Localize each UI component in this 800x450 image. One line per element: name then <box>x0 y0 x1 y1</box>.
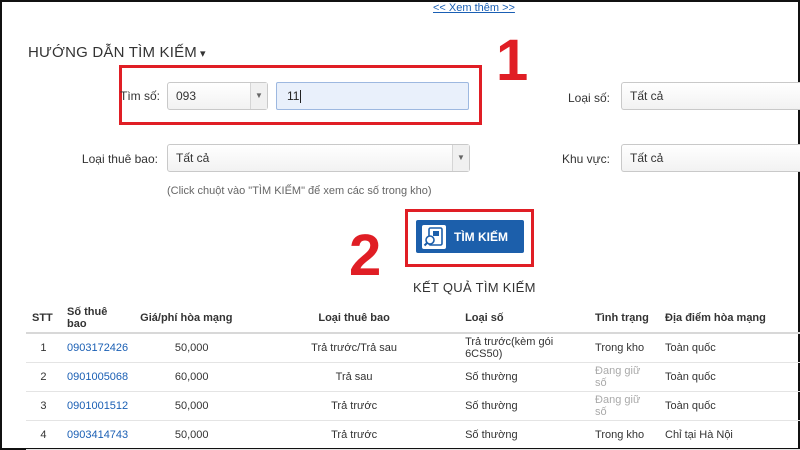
cell-stt: 1 <box>26 333 61 363</box>
cell-status: Đang giữ số <box>589 362 660 392</box>
cell-subscriber-type: Trả trước <box>249 391 460 421</box>
number-input[interactable]: 11 <box>276 82 469 110</box>
results-title: KẾT QUẢ TÌM KIẾM <box>413 280 536 295</box>
number-input-value: 11 <box>287 89 300 103</box>
cell-location: Toàn quốc <box>659 391 800 421</box>
region-label: Khu vực: <box>561 152 610 166</box>
region-value: Tất cả <box>630 151 664 165</box>
cell-number-type: Trả trước(kèm gói 6CS50) <box>459 333 590 363</box>
results-table: STT Số thuê bao Giá/phí hòa mạng Loại th… <box>26 304 800 450</box>
sim-search-icon <box>422 224 446 249</box>
col-header-number-type: Loại số <box>459 304 590 334</box>
subscriber-type-value: Tất cả <box>176 151 210 165</box>
cell-number-type: Số thường <box>459 391 590 421</box>
prefix-select[interactable]: 093 ▼ <box>167 82 268 110</box>
table-row: 2 0901005068 60,000 Trả sau Số thường Đa… <box>26 362 800 392</box>
col-header-location: Địa điểm hòa mạng <box>659 304 800 334</box>
subscriber-type-label: Loại thuê bao: <box>81 152 158 166</box>
cell-status: Đang giữ số <box>589 391 660 421</box>
region-select[interactable]: Tất cả <box>621 144 800 172</box>
cell-price: 50,000 <box>134 391 250 421</box>
find-number-label: Tìm số: <box>120 89 161 103</box>
prefix-select-value: 093 <box>176 89 197 103</box>
cell-stt: 2 <box>26 362 61 392</box>
cell-status: Trong kho <box>589 420 660 450</box>
cell-price: 50,000 <box>134 420 250 450</box>
col-header-subscriber-type: Loại thuê bao <box>249 304 460 334</box>
number-type-value: Tất cả <box>630 89 664 103</box>
dropdown-arrow-icon: ▼ <box>452 145 469 171</box>
number-type-label: Loại số: <box>567 91 610 105</box>
step2-number: 2 <box>349 223 382 288</box>
table-row: 3 0901001512 50,000 Trả trước Số thường … <box>26 391 800 421</box>
cell-price: 50,000 <box>134 333 250 363</box>
cell-stt: 4 <box>26 420 61 450</box>
cell-phone-number-link[interactable]: 0901001512 <box>60 391 135 421</box>
see-more-link[interactable]: << Xem thêm >> <box>433 2 515 14</box>
cell-status: Trong kho <box>589 333 660 363</box>
caret-down-icon: ▾ <box>200 48 206 60</box>
cell-location: Toàn quốc <box>659 362 800 392</box>
cell-price: 60,000 <box>134 362 250 392</box>
cell-phone-number-link[interactable]: 0903172426 <box>60 333 135 363</box>
page: { "top_link": "<< Xem thêm >>", "guide":… <box>0 0 800 450</box>
subscriber-type-select[interactable]: Tất cả ▼ <box>167 144 470 172</box>
col-header-stt: STT <box>26 304 61 334</box>
table-header-row: STT Số thuê bao Giá/phí hòa mạng Loại th… <box>26 304 800 334</box>
guide-toggle[interactable]: HƯỚNG DẪN TÌM KIẾM ▾ <box>28 44 206 61</box>
guide-title: HƯỚNG DẪN TÌM KIẾM <box>28 44 198 61</box>
cell-location: Chỉ tại Hà Nội <box>659 420 800 450</box>
cell-subscriber-type: Trả sau <box>249 362 460 392</box>
cell-phone-number-link[interactable]: 0903414743 <box>60 420 135 450</box>
cell-phone-number-link[interactable]: 0901005068 <box>60 362 135 392</box>
text-cursor <box>300 90 302 104</box>
col-header-status: Tình trạng <box>589 304 660 334</box>
table-row: 1 0903172426 50,000 Trả trước/Trả sau Tr… <box>26 333 800 363</box>
cell-subscriber-type: Trả trước/Trả sau <box>249 333 460 363</box>
search-button[interactable]: TÌM KIẾM <box>416 220 524 253</box>
cell-subscriber-type: Trả trước <box>249 420 460 450</box>
cell-number-type: Số thường <box>459 362 590 392</box>
number-type-select[interactable]: Tất cả <box>621 82 800 110</box>
dropdown-arrow-icon: ▼ <box>250 83 267 109</box>
col-header-price: Giá/phí hòa mạng <box>134 304 250 334</box>
cell-number-type: Số thường <box>459 420 590 450</box>
cell-location: Toàn quốc <box>659 333 800 363</box>
step1-number: 1 <box>496 28 529 93</box>
col-header-number: Số thuê bao <box>60 304 135 334</box>
search-hint: (Click chuột vào "TÌM KIẾM" để xem các s… <box>167 185 432 197</box>
table-row: 4 0903414743 50,000 Trả trước Số thường … <box>26 420 800 450</box>
cell-stt: 3 <box>26 391 61 421</box>
search-button-label: TÌM KIẾM <box>454 229 508 244</box>
